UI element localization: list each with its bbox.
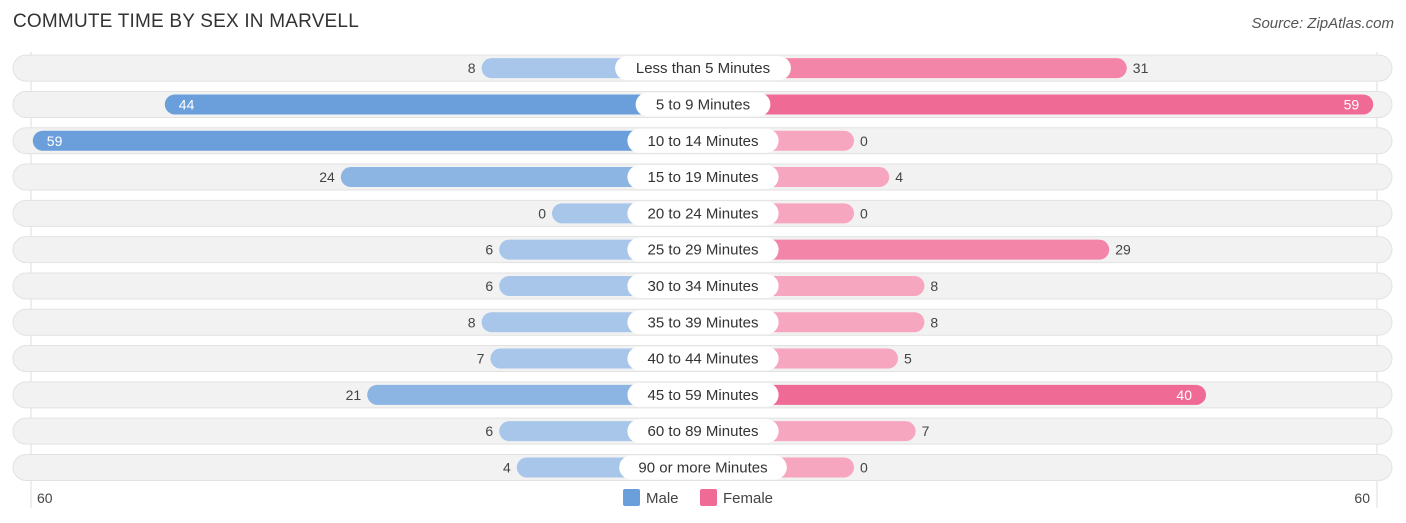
female-value-label: 8 [930, 314, 938, 330]
female-value-label: 0 [860, 459, 868, 475]
male-value-label: 6 [485, 423, 493, 439]
legend-male-label: Male [646, 490, 679, 507]
male-value-label: 24 [319, 169, 335, 185]
female-value-label: 0 [860, 205, 868, 221]
category-label: 35 to 39 Minutes [648, 314, 759, 331]
category-label: 5 to 9 Minutes [656, 96, 750, 113]
male-bar [32, 130, 704, 151]
female-value-label: 40 [1176, 387, 1192, 403]
legend-female-label: Female [723, 490, 773, 507]
female-value-label: 5 [904, 351, 912, 367]
category-label: 15 to 19 Minutes [648, 169, 759, 186]
category-label: 30 to 34 Minutes [648, 278, 759, 295]
male-value-label: 4 [503, 459, 511, 475]
category-label: 60 to 89 Minutes [648, 423, 759, 440]
chart-area: 8 31Less than 5 Minutes44 595 to 9 Minutes… [12, 52, 1393, 508]
female-value-label: 7 [922, 423, 930, 439]
category-label: 10 to 14 Minutes [648, 133, 759, 150]
legend-male-swatch [623, 489, 640, 506]
female-value-label: 0 [860, 133, 868, 149]
male-value-label: 8 [468, 60, 476, 76]
category-label: 40 to 44 Minutes [648, 351, 759, 368]
female-value-label: 31 [1133, 60, 1149, 76]
female-value-label: 8 [930, 278, 938, 294]
male-value-label: 8 [468, 314, 476, 330]
female-value-label: 59 [1344, 96, 1360, 112]
male-value-label: 44 [179, 96, 195, 112]
category-label: Less than 5 Minutes [636, 60, 770, 77]
category-label: 90 or more Minutes [638, 459, 767, 476]
category-label: 45 to 59 Minutes [648, 387, 759, 404]
axis-label-right: 60 [1354, 490, 1370, 506]
male-value-label: 0 [538, 205, 546, 221]
male-value-label: 7 [477, 351, 485, 367]
category-label: 25 to 29 Minutes [648, 242, 759, 259]
male-value-label: 6 [485, 278, 493, 294]
female-value-label: 4 [895, 169, 903, 185]
legend-female-swatch [700, 489, 717, 506]
axis-label-left: 60 [37, 490, 53, 506]
male-value-label: 21 [346, 387, 362, 403]
male-bar [164, 94, 704, 115]
category-label: 20 to 24 Minutes [648, 205, 759, 222]
female-bar [703, 94, 1374, 115]
male-value-label: 59 [47, 133, 63, 149]
female-value-label: 29 [1115, 242, 1131, 258]
male-value-label: 6 [485, 242, 493, 258]
